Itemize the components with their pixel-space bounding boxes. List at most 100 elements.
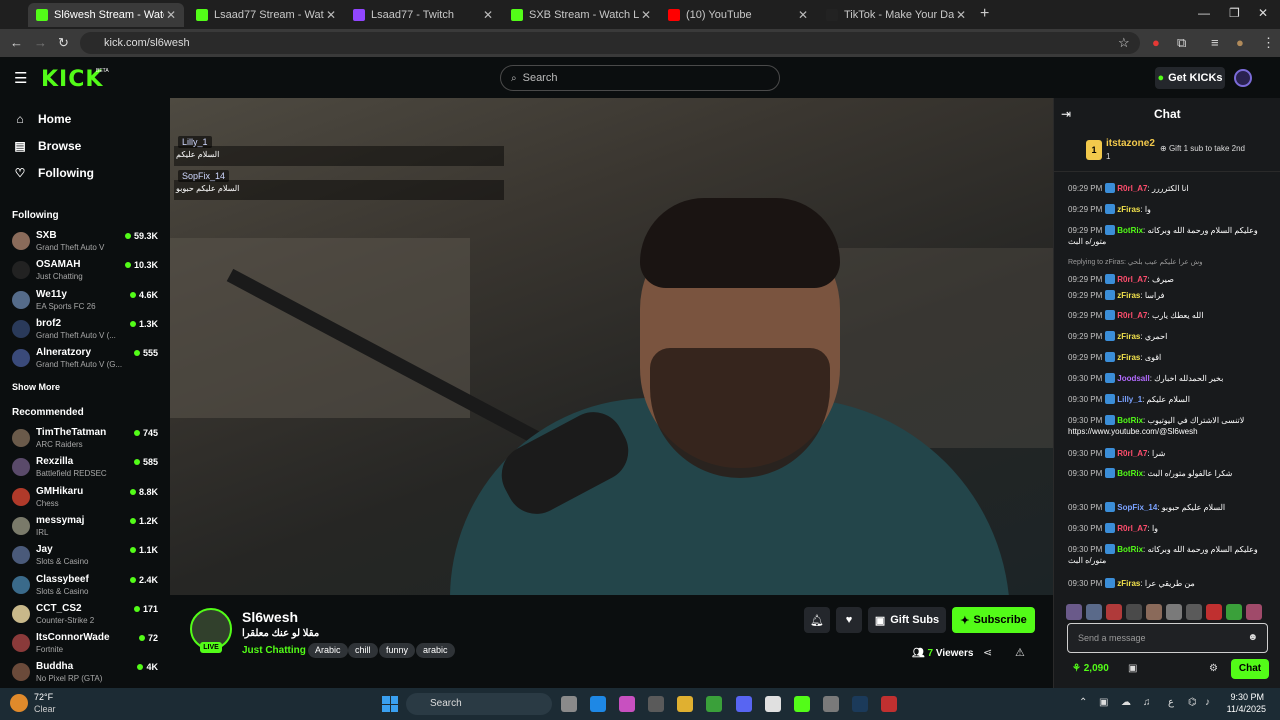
message-username[interactable]: R0rl_A7 <box>1117 311 1147 320</box>
notification-bell-button[interactable]: 🔔︎ <box>804 607 830 633</box>
tag-chip[interactable]: Arabic <box>308 643 348 658</box>
bookmark-star-icon[interactable]: ☆ <box>1118 35 1130 51</box>
user-avatar[interactable] <box>1234 69 1252 87</box>
emote-icon[interactable] <box>1086 604 1102 620</box>
video-player[interactable]: Lilly_1 السلام عليكم SopFix_14 السلام عل… <box>170 98 1053 595</box>
message-username[interactable]: zFiras <box>1117 205 1140 214</box>
browser-tab[interactable]: TikTok - Make Your Day ✕ <box>818 3 974 27</box>
menu-icon[interactable]: ☰ <box>14 69 27 87</box>
leaderboard-username[interactable]: itstazone2 <box>1106 138 1155 149</box>
emote-icon[interactable] <box>1226 604 1242 620</box>
task-view-icon[interactable] <box>561 696 577 712</box>
collapse-chat-icon[interactable]: ⇥ <box>1061 107 1071 121</box>
emote-icon[interactable] <box>1066 604 1082 620</box>
tab-close-icon[interactable]: ✕ <box>481 8 495 22</box>
store-icon[interactable] <box>648 696 664 712</box>
extensions-puzzle-icon[interactable]: ⧉ <box>1177 35 1186 51</box>
edge-icon[interactable] <box>590 696 606 712</box>
channel-row[interactable]: Alneratzory Grand Theft Auto V (G... 555 <box>10 345 160 373</box>
language-icon[interactable]: ع <box>1168 697 1174 708</box>
minimize-icon[interactable]: — <box>1198 6 1210 20</box>
chat-gift-icon[interactable]: ▣ <box>1128 663 1137 674</box>
copilot-icon[interactable] <box>619 696 635 712</box>
search-input[interactable]: ⌕ Search <box>500 65 780 91</box>
clock-time[interactable]: 9:30 PM <box>1230 692 1264 702</box>
settings-app-icon[interactable] <box>823 696 839 712</box>
tab-close-icon[interactable]: ✕ <box>164 8 178 22</box>
channel-row[interactable]: SXB Grand Theft Auto V 59.3K <box>10 228 160 256</box>
channel-row[interactable]: messymaj IRL 1.2K <box>10 513 160 541</box>
channel-row[interactable]: OSAMAH Just Chatting 10.3K <box>10 257 160 285</box>
report-icon[interactable]: ⚠ <box>1015 646 1025 659</box>
channel-row[interactable]: Classybeef Slots & Casino 2.4K <box>10 572 160 600</box>
share-icon[interactable]: ⋖ <box>983 646 992 659</box>
channel-row[interactable]: CCT_CS2 Counter-Strike 2 171 <box>10 601 160 629</box>
tab-close-icon[interactable]: ✕ <box>796 8 810 22</box>
emote-icon[interactable] <box>1146 604 1162 620</box>
emoji-icon[interactable]: ☻ <box>1247 632 1258 643</box>
emote-icon[interactable] <box>1106 604 1122 620</box>
channel-row[interactable]: TimTheTatman ARC Raiders 745 <box>10 425 160 453</box>
chat-message-input[interactable] <box>1078 630 1238 646</box>
nav-item-following[interactable]: ♡ Following <box>12 166 94 180</box>
message-username[interactable]: zFiras <box>1117 332 1140 341</box>
kick-app-icon[interactable] <box>794 696 810 712</box>
message-username[interactable]: zFiras <box>1117 579 1140 588</box>
tab-close-icon[interactable]: ✕ <box>324 8 338 22</box>
tag-chip[interactable]: chill <box>348 643 378 658</box>
message-username[interactable]: zFiras <box>1117 291 1140 300</box>
message-username[interactable]: R0rl_A7 <box>1117 184 1147 193</box>
browser-profile-icon[interactable]: ● <box>1236 35 1244 50</box>
channel-row[interactable]: GMHikaru Chess 8.8K <box>10 484 160 512</box>
browser-tab[interactable]: (10) YouTube ✕ <box>660 3 816 27</box>
browser-tab[interactable]: SXB Stream - Watch Live on Kic✕ <box>503 3 659 27</box>
mic-icon[interactable]: ♫ <box>1143 697 1151 708</box>
clock-date[interactable]: 11/4/2025 <box>1220 704 1266 714</box>
emote-icon[interactable] <box>1206 604 1222 620</box>
tray-app-icon[interactable]: ▣ <box>1099 697 1108 708</box>
steam-icon[interactable] <box>852 696 868 712</box>
extension-icon[interactable]: ● <box>1152 35 1160 50</box>
message-username[interactable]: SopFix_14 <box>1117 503 1157 512</box>
get-kicks-button[interactable]: ● Get KICKs <box>1155 67 1225 89</box>
chrome-icon[interactable] <box>765 696 781 712</box>
message-username[interactable]: Lilly_1 <box>1117 395 1142 404</box>
app-icon[interactable] <box>881 696 897 712</box>
discord-icon[interactable] <box>736 696 752 712</box>
gift-subs-button[interactable]: ▣ Gift Subs <box>868 607 946 633</box>
emote-icon[interactable] <box>1246 604 1262 620</box>
kick-logo[interactable]: KICK <box>41 67 103 92</box>
subscribe-button[interactable]: ✦ Subscribe <box>952 607 1035 633</box>
reload-icon[interactable]: ↻ <box>58 35 69 51</box>
emote-icon[interactable] <box>1186 604 1202 620</box>
message-username[interactable]: BotRix <box>1117 545 1143 554</box>
taskbar-search[interactable]: Search <box>406 693 552 715</box>
media-control-icon[interactable]: ≡ <box>1211 35 1219 50</box>
tab-close-icon[interactable]: ✕ <box>639 8 653 22</box>
browser-tab[interactable]: Lsaad77 - Twitch ✕ <box>345 3 501 27</box>
chat-send-button[interactable]: Chat <box>1231 659 1269 679</box>
volume-icon[interactable]: ♪ <box>1205 697 1210 708</box>
show-more-button[interactable]: Show More <box>12 382 60 392</box>
chat-input-box[interactable]: ☻ <box>1067 623 1268 653</box>
forward-icon[interactable]: → <box>34 35 47 50</box>
tag-chip[interactable]: funny <box>379 643 416 658</box>
channel-row[interactable]: Buddha No Pixel RP (GTA) 4K <box>10 659 160 687</box>
back-icon[interactable]: ← <box>10 35 23 50</box>
stream-category[interactable]: Just Chatting <box>242 645 306 656</box>
message-username[interactable]: zFiras <box>1117 353 1140 362</box>
emote-icon[interactable] <box>1166 604 1182 620</box>
gift-sub-prompt[interactable]: ⊕ Gift 1 sub to take 2nd <box>1160 144 1245 153</box>
emote-icon[interactable] <box>1126 604 1142 620</box>
xbox-icon[interactable] <box>706 696 722 712</box>
chat-settings-icon[interactable]: ⚙ <box>1209 663 1218 674</box>
network-icon[interactable]: ⌬ <box>1188 697 1197 708</box>
new-tab-button[interactable]: + <box>980 5 989 23</box>
maximize-icon[interactable]: ❐ <box>1229 6 1240 20</box>
message-username[interactable]: R0rl_A7 <box>1117 524 1147 533</box>
channel-row[interactable]: We11y EA Sports FC 26 4.6K <box>10 287 160 315</box>
message-username[interactable]: R0rl_A7 <box>1117 275 1147 284</box>
channel-row[interactable]: Rexzilla Battlefield REDSEC 585 <box>10 454 160 482</box>
message-username[interactable]: BotRix <box>1117 416 1143 425</box>
message-username[interactable]: BotRix <box>1117 226 1143 235</box>
